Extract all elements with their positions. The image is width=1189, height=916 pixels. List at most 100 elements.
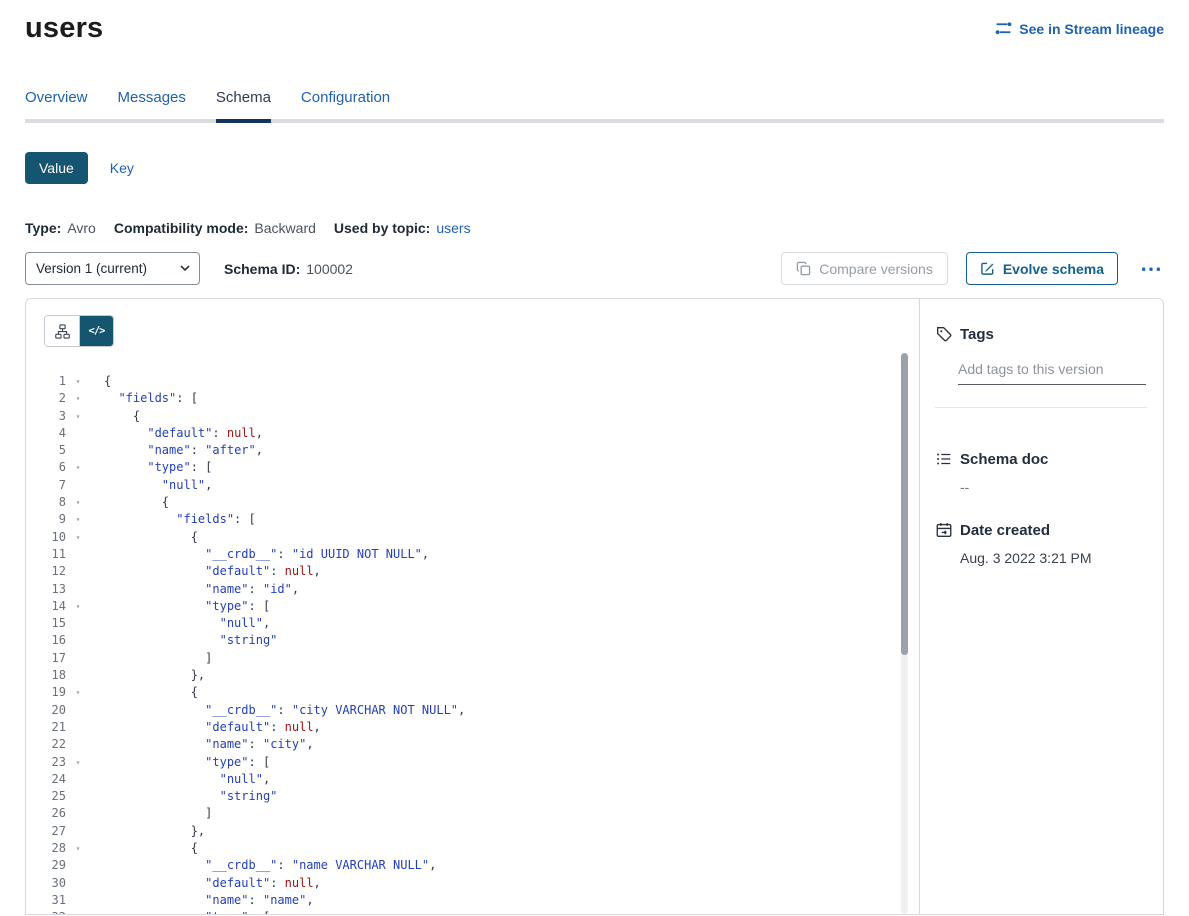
code-line: 16 "string" (44, 632, 919, 649)
line-number: 2 (44, 390, 66, 407)
code-view-button[interactable]: </> (79, 316, 113, 346)
tab-messages[interactable]: Messages (118, 89, 186, 119)
code-text: ] (104, 805, 212, 822)
code-text: "type": [ (104, 459, 212, 476)
stream-lineage-link[interactable]: See in Stream lineage (995, 20, 1164, 37)
caret-spacer (73, 425, 83, 442)
line-number: 18 (44, 667, 66, 684)
compare-copy-icon (796, 261, 811, 276)
fold-caret-icon[interactable]: ▾ (73, 684, 83, 701)
code-line: 27 }, (44, 823, 919, 840)
caret-spacer (73, 581, 83, 598)
line-number: 26 (44, 805, 66, 822)
tag-icon (935, 325, 953, 343)
line-number: 16 (44, 632, 66, 649)
tab-bar: Overview Messages Schema Configuration (25, 89, 1164, 123)
topic-link[interactable]: users (436, 220, 470, 236)
caret-spacer (73, 563, 83, 580)
line-number: 27 (44, 823, 66, 840)
evolve-schema-button[interactable]: Evolve schema (966, 252, 1118, 285)
code-line: 7 "null", (44, 477, 919, 494)
line-number: 8 (44, 494, 66, 511)
code-line: 4 "default": null, (44, 425, 919, 442)
tab-overview[interactable]: Overview (25, 89, 88, 119)
code-line: 6▾ "type": [ (44, 459, 919, 476)
line-number: 20 (44, 702, 66, 719)
code-text: "name": "city", (104, 736, 314, 753)
code-text: "default": null, (104, 719, 321, 736)
code-line: 17 ] (44, 650, 919, 667)
code-text: "fields": [ (104, 390, 198, 407)
scrollbar-thumb[interactable] (901, 353, 908, 655)
stream-lineage-icon (995, 20, 1012, 37)
tree-view-button[interactable] (45, 316, 79, 346)
code-view-icon: </> (89, 325, 105, 337)
code-text: "fields": [ (104, 511, 256, 528)
tab-schema[interactable]: Schema (216, 89, 271, 119)
caret-spacer (73, 615, 83, 632)
fold-caret-icon[interactable]: ▾ (73, 909, 83, 915)
code-text: { (104, 373, 111, 390)
fold-caret-icon[interactable]: ▾ (73, 390, 83, 407)
page-title: users (25, 12, 103, 45)
fold-caret-icon[interactable]: ▾ (73, 529, 83, 546)
code-scrollbar[interactable] (901, 353, 908, 914)
code-text: "null", (104, 615, 270, 632)
tags-heading: Tags (935, 325, 1147, 343)
code-view-toggle: </> (44, 315, 114, 347)
fold-caret-icon[interactable]: ▾ (73, 511, 83, 528)
date-created-title: Date created (960, 522, 1050, 539)
line-number: 10 (44, 529, 66, 546)
code-text: "string" (104, 788, 277, 805)
version-select[interactable]: Version 1 (current) (25, 252, 200, 285)
line-number: 32 (44, 909, 66, 915)
code-text: "name": "after", (104, 442, 263, 459)
code-line: 24 "null", (44, 771, 919, 788)
code-lines: 1▾{2▾ "fields": [3▾ {4 "default": null,5… (44, 373, 919, 915)
schema-id-label: Schema ID: (224, 261, 300, 277)
code-line: 2 ▾ "fields": [ (44, 390, 919, 407)
topic-label: Used by topic: (334, 220, 430, 236)
code-text: "name": "name", (104, 892, 314, 909)
caret-spacer (73, 788, 83, 805)
key-toggle-button[interactable]: Key (110, 160, 134, 176)
fold-caret-icon[interactable]: ▾ (73, 494, 83, 511)
compare-versions-button[interactable]: Compare versions (781, 252, 948, 285)
tag-input[interactable] (958, 359, 1146, 385)
calendar-icon (935, 521, 953, 539)
line-number: 25 (44, 788, 66, 805)
line-number: 4 (44, 425, 66, 442)
fold-caret-icon[interactable]: ▾ (73, 598, 83, 615)
meta-topic: Used by topic: users (334, 220, 471, 236)
code-line: 19▾ { (44, 684, 919, 701)
caret-spacer (73, 702, 83, 719)
caret-spacer (73, 546, 83, 563)
tab-configuration[interactable]: Configuration (301, 89, 390, 119)
fold-caret-icon[interactable]: ▾ (73, 754, 83, 771)
schema-doc-heading: Schema doc (935, 450, 1147, 468)
type-label: Type: (25, 220, 61, 236)
fold-caret-icon[interactable]: ▾ (73, 373, 83, 390)
caret-spacer (73, 736, 83, 753)
meta-type: Type: Avro (25, 220, 96, 236)
code-line: 32 ▾ "type": [ (44, 909, 919, 915)
code-text: "__crdb__": "city VARCHAR NOT NULL", (104, 702, 465, 719)
line-number: 23 (44, 754, 66, 771)
code-line: 23▾ "type": [ (44, 754, 919, 771)
fold-caret-icon[interactable]: ▾ (73, 840, 83, 857)
code-text: "null", (104, 477, 212, 494)
line-number: 19 (44, 684, 66, 701)
more-options-button[interactable]: ⋯ (1138, 258, 1164, 280)
fold-caret-icon[interactable]: ▾ (73, 408, 83, 425)
date-created-section: Date created Aug. 3 2022 3:21 PM (935, 521, 1147, 566)
fold-caret-icon[interactable]: ▾ (73, 459, 83, 476)
value-toggle-button[interactable]: Value (25, 152, 88, 184)
caret-spacer (73, 771, 83, 788)
code-text: "__crdb__": "name VARCHAR NULL", (104, 857, 436, 874)
code-text: "__crdb__": "id UUID NOT NULL", (104, 546, 429, 563)
code-line: 9▾ "fields": [ (44, 511, 919, 528)
tags-title: Tags (960, 326, 994, 343)
caret-spacer (73, 667, 83, 684)
code-text: "type": [ (104, 909, 270, 915)
caret-spacer (73, 875, 83, 892)
